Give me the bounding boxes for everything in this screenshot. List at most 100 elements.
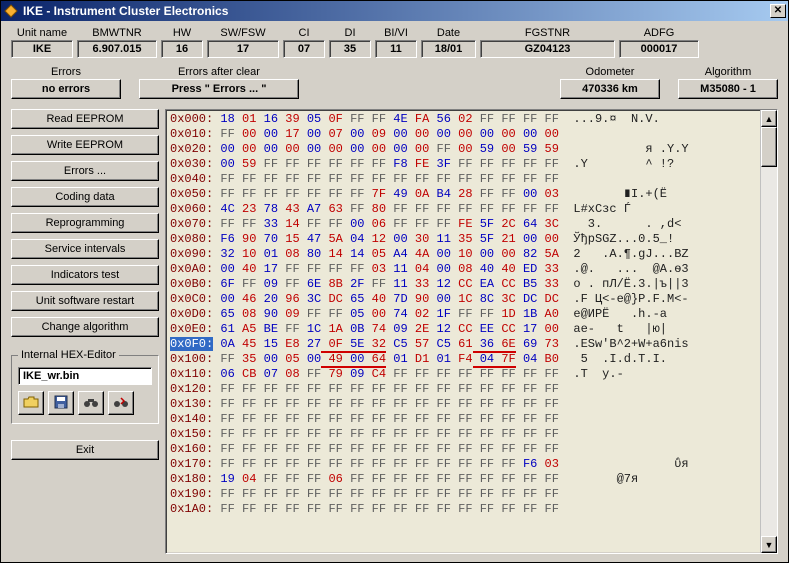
hex-byte[interactable]: 6E — [300, 277, 322, 291]
hex-byte[interactable]: FF — [408, 472, 430, 486]
hex-byte[interactable]: 40 — [473, 262, 495, 276]
hex-byte[interactable]: FF — [364, 277, 386, 291]
hex-byte[interactable]: 15 — [278, 232, 300, 246]
button-odometer[interactable]: 470336 km — [560, 79, 660, 99]
hex-byte[interactable]: 2F — [343, 277, 365, 291]
hex-byte[interactable]: 00 — [235, 142, 257, 156]
hex-byte[interactable]: FF — [278, 172, 300, 186]
hex-byte[interactable]: 04 — [235, 472, 257, 486]
hex-byte[interactable]: 00 — [429, 262, 451, 276]
hex-byte[interactable]: FF — [451, 427, 473, 441]
hex-byte[interactable]: 56 — [429, 112, 451, 126]
hex-byte[interactable]: FF — [537, 382, 559, 396]
hex-byte[interactable]: 1A — [321, 322, 343, 336]
hex-byte[interactable]: FF — [343, 457, 365, 471]
hex-byte[interactable]: 07 — [256, 367, 278, 381]
hex-byte[interactable]: FF — [451, 202, 473, 216]
hex-row[interactable]: 0x190: FF FF FF FF FF FF FF FF FF FF FF … — [170, 487, 760, 502]
hex-byte[interactable]: FF — [494, 397, 516, 411]
hex-byte[interactable]: FF — [386, 382, 408, 396]
hex-byte[interactable]: FF — [537, 202, 559, 216]
hex-byte[interactable]: DC — [321, 292, 343, 306]
hex-byte[interactable]: B5 — [516, 277, 538, 291]
hex-byte[interactable]: 09 — [386, 322, 408, 336]
hex-byte[interactable]: FF — [321, 262, 343, 276]
hex-byte[interactable]: FF — [408, 457, 430, 471]
hex-byte[interactable]: FF — [408, 172, 430, 186]
hex-byte[interactable]: FA — [408, 112, 430, 126]
hex-byte[interactable]: 00 — [516, 232, 538, 246]
hex-byte[interactable]: FF — [473, 412, 495, 426]
hex-byte[interactable]: FF — [451, 412, 473, 426]
hex-byte[interactable]: 00 — [343, 127, 365, 141]
hex-byte[interactable]: FF — [213, 382, 235, 396]
hex-byte[interactable]: FF — [473, 202, 495, 216]
hex-byte[interactable]: FF — [516, 397, 538, 411]
hex-byte[interactable]: FF — [408, 487, 430, 501]
hex-byte[interactable]: 59 — [516, 142, 538, 156]
hex-byte[interactable]: 09 — [364, 127, 386, 141]
hex-byte[interactable]: 00 — [343, 217, 365, 231]
hex-row[interactable]: 0x060: 4C 23 78 43 A7 63 FF 80 FF FF FF … — [170, 202, 760, 217]
hex-byte[interactable]: FF — [408, 502, 430, 516]
hex-byte[interactable]: 00 — [408, 127, 430, 141]
hex-byte[interactable]: 15 — [256, 337, 278, 351]
hex-byte[interactable]: 30 — [408, 232, 430, 246]
hex-byte[interactable]: 59 — [473, 142, 495, 156]
hex-byte[interactable]: FF — [429, 172, 451, 186]
hex-byte[interactable]: FF — [516, 172, 538, 186]
hex-byte[interactable]: 00 — [537, 322, 559, 336]
hex-byte[interactable]: FF — [235, 487, 257, 501]
hex-byte[interactable]: 43 — [278, 202, 300, 216]
hex-byte[interactable]: 00 — [321, 142, 343, 156]
hex-row[interactable]: 0x0D0: 65 08 90 09 FF FF 05 00 74 02 1F … — [170, 307, 760, 322]
hex-row[interactable]: 0x0B0: 6F FF 09 FF 6E 8B 2F FF 11 33 12 … — [170, 277, 760, 292]
hex-byte[interactable]: 00 — [386, 232, 408, 246]
hex-byte[interactable]: FF — [213, 187, 235, 201]
hex-byte[interactable]: FF — [408, 382, 430, 396]
hex-byte[interactable]: CB — [235, 367, 257, 381]
hex-byte[interactable]: FF — [364, 112, 386, 126]
hex-byte[interactable]: F6 — [516, 457, 538, 471]
hex-byte[interactable]: 00 — [429, 247, 451, 261]
hex-byte[interactable]: FF — [321, 502, 343, 516]
hex-byte[interactable]: FF — [321, 187, 343, 201]
hex-byte[interactable]: 64 — [364, 352, 386, 368]
button-errors-after[interactable]: Press " Errors ... " — [139, 79, 299, 99]
hex-byte[interactable]: DC — [537, 292, 559, 306]
hex-byte[interactable]: 00 — [429, 292, 451, 306]
hex-byte[interactable]: FF — [494, 367, 516, 381]
hex-byte[interactable]: FF — [364, 397, 386, 411]
hex-byte[interactable]: 70 — [256, 232, 278, 246]
hex-byte[interactable]: FF — [300, 262, 322, 276]
hex-byte[interactable]: 04 — [473, 352, 495, 368]
hex-byte[interactable]: C5 — [386, 337, 408, 351]
hex-row[interactable]: 0x120: FF FF FF FF FF FF FF FF FF FF FF … — [170, 382, 760, 397]
hex-byte[interactable]: 5E — [343, 337, 365, 353]
hex-byte[interactable]: 08 — [278, 367, 300, 381]
hex-byte[interactable]: FF — [451, 472, 473, 486]
hex-byte[interactable]: FF — [364, 487, 386, 501]
hex-byte[interactable]: 05 — [300, 112, 322, 126]
hex-byte[interactable]: FF — [364, 427, 386, 441]
hex-byte[interactable]: DC — [516, 292, 538, 306]
hex-byte[interactable]: 35 — [235, 352, 257, 366]
hex-row[interactable]: 0x070: FF FF 33 14 FF FF 00 06 FF FF FF … — [170, 217, 760, 232]
hex-byte[interactable]: FF — [235, 442, 257, 456]
hex-byte[interactable]: E8 — [278, 337, 300, 351]
hex-byte[interactable]: 74 — [364, 322, 386, 336]
hex-byte[interactable]: 3F — [429, 157, 451, 171]
hex-byte[interactable]: 47 — [300, 232, 322, 246]
hex-byte[interactable]: FF — [386, 172, 408, 186]
hex-byte[interactable]: FF — [343, 442, 365, 456]
button-indicators-test[interactable]: Indicators test — [11, 265, 159, 285]
hex-byte[interactable]: 06 — [321, 472, 343, 486]
button-errors[interactable]: Errors ... — [11, 161, 159, 181]
hex-byte[interactable]: FF — [429, 397, 451, 411]
button-read-eeprom[interactable]: Read EEPROM — [11, 109, 159, 129]
hex-byte[interactable]: FF — [278, 262, 300, 276]
hex-byte[interactable]: FF — [300, 487, 322, 501]
hex-byte[interactable]: 28 — [451, 187, 473, 201]
hex-byte[interactable]: FF — [473, 457, 495, 471]
hex-byte[interactable]: 69 — [516, 337, 538, 351]
